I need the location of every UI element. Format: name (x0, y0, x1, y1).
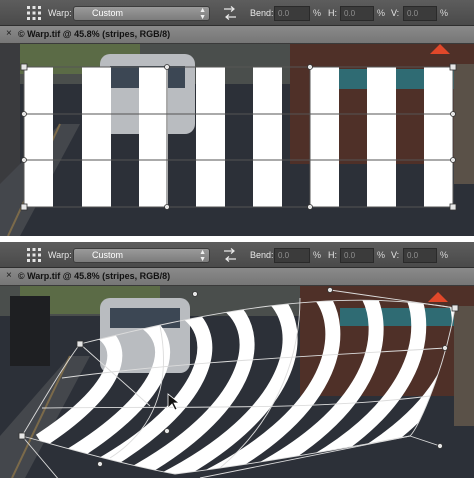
warp-style-select[interactable]: Custom ▲ ▼ (73, 6, 210, 21)
bend-field[interactable]: 0.0 (274, 248, 310, 263)
h-unit: % (377, 250, 386, 260)
warp-label: Warp: (48, 8, 72, 18)
h-distortion-field[interactable]: 0.0 (340, 248, 374, 263)
bend-unit: % (313, 8, 322, 18)
bottom-warp-panel: Warp: Custom ▲ ▼ Bend: 0.0 % H: 0.0 % V: … (0, 242, 474, 478)
v-label: V: (391, 250, 400, 260)
dropdown-arrows-icon: ▲ ▼ (199, 249, 206, 263)
dropdown-arrows-icon: ▲ ▼ (199, 7, 206, 21)
bend-label: Bend: (250, 8, 274, 18)
warp-style-select[interactable]: Custom ▲ ▼ (73, 248, 210, 263)
v-unit: % (440, 250, 449, 260)
v-label: V: (391, 8, 400, 18)
grid-options-icon[interactable] (26, 5, 42, 21)
bend-label: Bend: (250, 250, 274, 260)
v-distortion-field[interactable]: 0.0 (403, 248, 437, 263)
change-orientation-icon[interactable] (222, 247, 238, 263)
bend-unit: % (313, 250, 322, 260)
h-label: H: (328, 250, 337, 260)
warp-style-value: Custom (92, 250, 124, 260)
document-tab[interactable]: × © Warp.tif @ 45.8% (stripes, RGB/8) (0, 26, 474, 44)
warp-style-value: Custom (92, 8, 124, 18)
grid-options-icon[interactable] (26, 247, 42, 263)
top-warp-panel: Warp: Custom ▲ ▼ Bend: 0.0 % H: 0.0 % V: … (0, 0, 474, 236)
tab-close-icon[interactable]: × (6, 28, 12, 39)
document-tab-title: © Warp.tif @ 45.8% (stripes, RGB/8) (18, 29, 171, 39)
warp-preview (0, 44, 474, 236)
change-orientation-icon[interactable] (222, 5, 238, 21)
v-distortion-field[interactable]: 0.0 (403, 6, 437, 21)
v-unit: % (440, 8, 449, 18)
h-label: H: (328, 8, 337, 18)
document-canvas[interactable] (0, 286, 474, 478)
h-unit: % (377, 8, 386, 18)
document-tab[interactable]: × © Warp.tif @ 45.8% (stripes, RGB/8) (0, 268, 474, 286)
document-tab-title: © Warp.tif @ 45.8% (stripes, RGB/8) (18, 271, 171, 281)
options-bar: Warp: Custom ▲ ▼ Bend: 0.0 % H: 0.0 % V: … (0, 0, 474, 26)
tab-close-icon[interactable]: × (6, 270, 12, 281)
h-distortion-field[interactable]: 0.0 (340, 6, 374, 21)
options-bar: Warp: Custom ▲ ▼ Bend: 0.0 % H: 0.0 % V: … (0, 242, 474, 268)
warp-preview (0, 286, 474, 478)
document-canvas[interactable] (0, 44, 474, 236)
warp-label: Warp: (48, 250, 72, 260)
bend-field[interactable]: 0.0 (274, 6, 310, 21)
